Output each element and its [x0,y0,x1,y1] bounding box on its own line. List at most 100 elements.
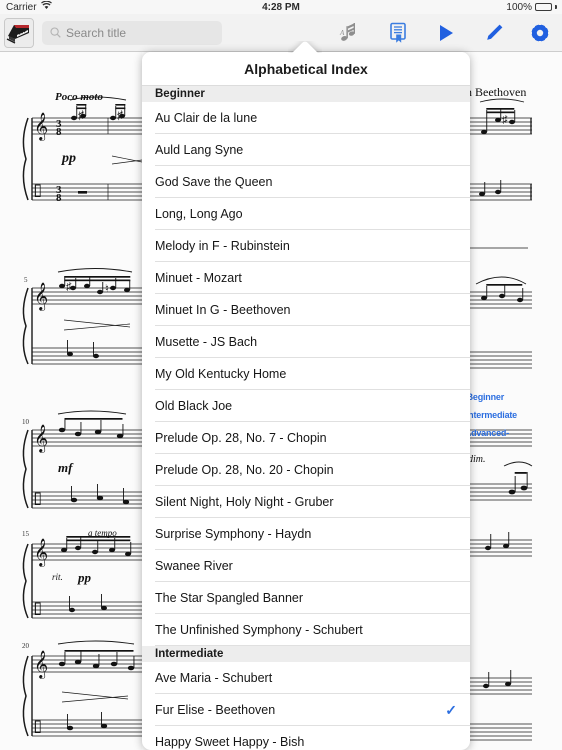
alphabetical-index-button[interactable]: A [326,14,374,52]
selected-checkmark-icon: ✓ [445,701,457,718]
index-item[interactable]: God Save the Queen [142,166,470,198]
play-button[interactable] [422,14,470,52]
svg-text:𝄞: 𝄞 [34,651,48,679]
index-item[interactable]: Auld Lang Syne [142,134,470,166]
index-item[interactable]: Silent Night, Holy Night - Gruber [142,486,470,518]
piano-app-icon[interactable] [4,17,34,48]
index-item-title: Minuet In G - Beethoven [155,303,291,317]
svg-text:𝄞: 𝄞 [34,539,48,567]
index-item[interactable]: Prelude Op. 28, No. 20 - Chopin [142,454,470,486]
index-item-title: Melody in F - Rubinstein [155,239,290,253]
svg-text:pp: pp [77,570,92,585]
index-item-title: Prelude Op. 28, No. 20 - Chopin [155,463,334,477]
svg-text:dim.: dim. [470,454,486,465]
legend-intermediate: Intermediate [465,410,517,420]
svg-text:10: 10 [22,418,30,426]
index-item-title: Swanee River [155,559,233,573]
index-item-title: God Save the Queen [155,175,273,189]
svg-text:15: 15 [22,530,30,538]
index-item-title: Happy Sweet Happy - Bish [155,735,305,749]
index-item-title: The Star Spangled Banner [155,591,304,605]
search-input[interactable]: Search title [42,20,222,45]
composer-credit: n Beethoven [470,85,526,99]
svg-text:8: 8 [56,192,62,204]
svg-text:♯: ♯ [78,108,84,122]
index-item-title: Auld Lang Syne [155,143,244,157]
index-item[interactable]: Swanee River [142,550,470,582]
popover-title: Alphabetical Index [142,52,470,86]
index-item[interactable]: The Star Spangled Banner [142,582,470,614]
main-toolbar: Search title A [0,14,562,52]
svg-text:20: 20 [22,642,30,650]
status-bar: Carrier 4:28 PM 100% [0,0,562,14]
index-item[interactable]: Fur Elise - Beethoven ✓ [142,694,470,726]
battery-cap-icon [555,5,557,9]
index-item-title: Silent Night, Holy Night - Gruber [155,495,334,509]
index-item[interactable]: Au Clair de la lune [142,102,470,134]
svg-text:♯: ♯ [66,281,72,293]
index-item[interactable]: Old Black Joe [142,390,470,422]
svg-text:𝄦: 𝄦 [33,717,41,739]
status-bar-time: 4:28 PM [262,1,300,13]
index-item-title: Surprise Symphony - Haydn [155,527,312,541]
edit-button[interactable] [470,14,518,52]
index-item-title: Musette - JS Bach [155,335,258,349]
index-item[interactable]: Musette - JS Bach [142,326,470,358]
index-item[interactable]: Ave Maria - Schubert [142,662,470,694]
index-item[interactable]: Minuet - Mozart [142,262,470,294]
section-header-beginner: Beginner [142,86,470,102]
svg-text:𝄦: 𝄦 [33,181,41,203]
svg-text:𝄦: 𝄦 [33,489,41,511]
index-item[interactable]: Surprise Symphony - Haydn [142,518,470,550]
svg-text:𝄞: 𝄞 [34,283,48,311]
alphabetical-index-popover: Alphabetical Index Beginner Au Clair de l… [142,52,470,750]
svg-text:♮: ♮ [105,283,109,295]
sheet-music-notation-left: Poco moto 𝄞 𝄦 3 8 3 8 ♯ ♯ pp 5 𝄞 ♯ ♮ 10 … [0,52,142,750]
index-item[interactable]: My Old Kentucky Home [142,358,470,390]
index-item[interactable]: Melody in F - Rubinstein [142,230,470,262]
section-header-intermediate: Intermediate [142,646,470,662]
index-item-title: Prelude Op. 28, No. 7 - Chopin [155,431,327,445]
sheet-music-left: Poco moto 𝄞 𝄦 3 8 3 8 ♯ ♯ pp 5 𝄞 ♯ ♮ 10 … [0,52,142,750]
index-item-title: Ave Maria - Schubert [155,671,273,685]
gear-icon [529,22,551,43]
battery-full-icon [535,3,552,11]
svg-text:𝄞: 𝄞 [34,425,48,453]
svg-text:8: 8 [56,126,62,138]
status-bar-right: 100% [506,2,557,13]
svg-text:5: 5 [24,276,28,284]
play-icon [440,24,453,41]
bookmarks-button[interactable] [374,14,422,52]
popover-arrow [288,41,322,53]
index-item-title: Au Clair de la lune [155,111,258,125]
settings-button[interactable] [518,14,562,52]
svg-text:♯: ♯ [117,108,123,122]
music-notes-icon: A [339,22,355,41]
index-item-title: Minuet - Mozart [155,271,242,285]
index-item-title: Old Black Joe [155,399,233,413]
index-item[interactable]: The Unfinished Symphony - Schubert [142,614,470,646]
svg-text:rit.: rit. [52,572,63,582]
index-item-title: Fur Elise - Beethoven [155,703,276,717]
index-item[interactable]: Minuet In G - Beethoven [142,294,470,326]
svg-text:𝄦: 𝄦 [33,599,41,621]
svg-text:pp: pp [61,151,76,166]
index-item-title: The Unfinished Symphony - Schubert [155,623,363,637]
app-screen: Carrier 4:28 PM 100% Search title A Poco… [0,0,562,750]
legend-beginner: Beginner [466,392,505,402]
index-item[interactable]: Happy Sweet Happy - Bish [142,726,470,750]
index-item[interactable]: Prelude Op. 28, No. 7 - Chopin [142,422,470,454]
svg-text:♯: ♯ [502,114,508,126]
index-list[interactable]: Beginner Au Clair de la lune Auld Lang Syn… [142,86,470,750]
search-placeholder: Search title [66,25,127,40]
index-item-title: Long, Long Ago [155,207,243,221]
svg-text:𝄞: 𝄞 [34,113,48,141]
pencil-icon [487,24,503,40]
index-item-title: My Old Kentucky Home [155,367,287,381]
bookmark-document-icon [389,22,406,43]
index-item[interactable]: Long, Long Ago [142,198,470,230]
battery-percent-label: 100% [506,1,532,13]
svg-text:A: A [339,29,345,37]
search-icon [50,27,61,38]
svg-text:mf: mf [58,460,74,475]
